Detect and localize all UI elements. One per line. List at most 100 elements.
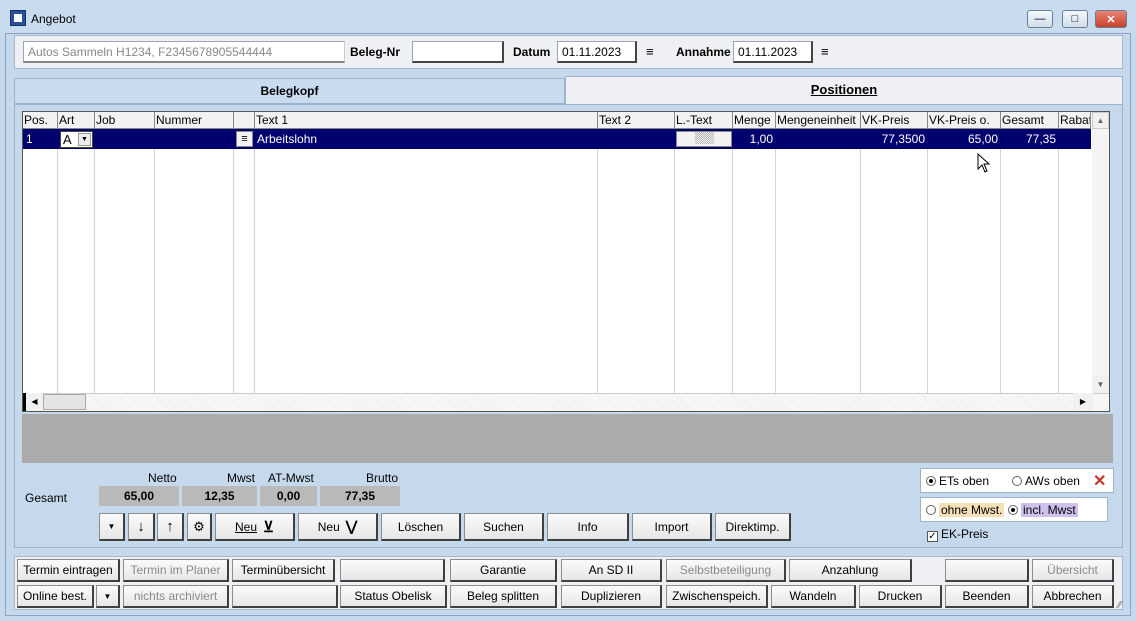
arrow-up-icon: ↑	[166, 518, 174, 535]
col-art[interactable]: Art	[58, 112, 95, 129]
online-best-button[interactable]: Online best.	[17, 585, 94, 608]
nichts-archiviert-button[interactable]: nichts archiviert	[123, 585, 229, 608]
mwst-label: Mwst	[227, 471, 255, 485]
cell-menge: 1,00	[749, 132, 773, 146]
an-sd-ii-button[interactable]: An SD II	[561, 559, 662, 582]
move-down-button[interactable]: ↓	[128, 513, 155, 541]
close-button[interactable]: ✕	[1095, 10, 1127, 28]
annahme-picker-icon[interactable]: ≡	[821, 44, 829, 59]
aws-oben-radio[interactable]: AWs oben	[1012, 474, 1080, 488]
grid-line	[154, 129, 155, 393]
drucken-button[interactable]: Drucken	[859, 585, 942, 608]
datum-field[interactable]: 01.11.2023	[557, 41, 637, 63]
col-text2[interactable]: Text 2	[598, 112, 675, 129]
radio-on-icon	[1008, 505, 1018, 515]
hscroll-thumb[interactable]	[43, 394, 86, 410]
close-icon[interactable]: ✕	[1093, 471, 1106, 491]
chevron-down-icon[interactable]: ▼	[78, 133, 91, 146]
ek-preis-checkbox[interactable]: ✓ EK-Preis	[927, 527, 988, 542]
tab-belegkopf[interactable]: Belegkopf	[14, 78, 565, 104]
incl-mwst-radio[interactable]: incl. Mwst	[1008, 503, 1078, 517]
garantie-button[interactable]: Garantie	[450, 559, 557, 582]
col-vk-preis[interactable]: VK-Preis	[861, 112, 928, 129]
import-button[interactable]: Import	[632, 513, 712, 541]
check-icon: ✓	[927, 531, 938, 542]
status-obelisk-button[interactable]: Status Obelisk	[340, 585, 447, 608]
cell-job	[95, 129, 153, 149]
neu-between-button[interactable]: Neu ⋁	[298, 513, 378, 541]
col-empty[interactable]	[234, 112, 255, 129]
neu-below-button[interactable]: Neu ⊻	[215, 513, 295, 541]
hscroll-right[interactable]: ▶	[1073, 393, 1093, 411]
blank-button-1[interactable]	[340, 559, 445, 582]
anzahlung-button[interactable]: Anzahlung	[789, 559, 912, 582]
col-nummer[interactable]: Nummer	[155, 112, 234, 129]
minimize-button[interactable]: —	[1027, 10, 1053, 28]
cell-pos: 1	[26, 132, 33, 146]
terminuebersicht-button[interactable]: Terminübersicht	[232, 559, 335, 582]
incl-mwst-label: incl. Mwst	[1021, 503, 1078, 517]
termin-planer-button[interactable]: Termin im Planer	[123, 559, 229, 582]
termin-eintragen-button[interactable]: Termin eintragen	[17, 559, 120, 582]
cell-einheit	[776, 129, 860, 149]
zwischenspeich-button[interactable]: Zwischenspeich.	[666, 585, 768, 608]
tab-positionen[interactable]: Positionen	[565, 76, 1123, 104]
positions-table[interactable]: Pos. Art Job Nummer Text 1 Text 2 L.-Tex…	[22, 111, 1110, 412]
datum-picker-icon[interactable]: ≡	[646, 44, 654, 59]
col-mengeneinheit[interactable]: Mengeneinheit	[776, 112, 861, 129]
uebersicht-button[interactable]: Übersicht	[1032, 559, 1114, 582]
arrow-down-icon: ↓	[137, 518, 145, 535]
settings-button[interactable]: ⚙	[187, 513, 212, 541]
vscroll-down[interactable]: ▼	[1092, 376, 1109, 393]
resize-grip-icon[interactable]: ∕∕	[1118, 600, 1121, 611]
art-dropdown[interactable]: A ▼	[60, 131, 93, 148]
maximize-button[interactable]: □	[1062, 10, 1088, 28]
vscroll-track[interactable]	[1092, 129, 1109, 393]
abbrechen-button[interactable]: Abbrechen	[1032, 585, 1114, 608]
neu-between-label: Neu	[317, 519, 340, 534]
blank-button-3[interactable]	[232, 585, 338, 608]
gesamt-label: Gesamt	[25, 491, 68, 505]
ohne-mwst-radio[interactable]: ohne Mwst.	[926, 503, 1005, 517]
neu-below-label: Neu	[235, 519, 258, 534]
col-job[interactable]: Job	[95, 112, 155, 129]
hscroll-bar[interactable]	[23, 393, 1109, 411]
title-bar: Angebot — □ ✕	[0, 0, 1136, 33]
vscroll-up[interactable]: ▲	[1092, 112, 1109, 129]
col-menge[interactable]: Menge	[733, 112, 776, 129]
annahme-field[interactable]: 01.11.2023	[733, 41, 813, 63]
window-title: Angebot	[31, 12, 76, 26]
blank-button-2[interactable]	[945, 559, 1029, 582]
cell-text1: Arbeitslohn	[257, 132, 318, 146]
customer-field[interactable]: Autos Sammeln H1234, F2345678905544444	[23, 41, 345, 63]
col-ltext[interactable]: L.-Text	[675, 112, 733, 129]
col-rabatt[interactable]: Rabatt	[1059, 112, 1091, 129]
beleg-nr-field[interactable]	[412, 41, 504, 63]
wandeln-button[interactable]: Wandeln	[771, 585, 856, 608]
ltext-button[interactable]: ░░░	[676, 131, 732, 147]
selbstbeteiligung-button[interactable]: Selbstbeteiligung	[666, 559, 786, 582]
col-gesamt[interactable]: Gesamt	[1001, 112, 1059, 129]
beenden-button[interactable]: Beenden	[945, 585, 1029, 608]
dropdown-button[interactable]: ▼	[99, 513, 125, 541]
tab-belegkopf-label: Belegkopf	[260, 84, 319, 98]
list-icon[interactable]: ≡	[236, 131, 253, 147]
info-button[interactable]: Info	[547, 513, 629, 541]
direktimp-button[interactable]: Direktimp.	[715, 513, 791, 541]
suchen-button[interactable]: Suchen	[464, 513, 544, 541]
col-vk-preis-o[interactable]: VK-Preis o.	[928, 112, 1001, 129]
netto-value: 65,00	[99, 486, 179, 506]
chevron-down-icon: ▼	[107, 522, 116, 531]
loeschen-button[interactable]: Löschen	[381, 513, 461, 541]
beleg-splitten-button[interactable]: Beleg splitten	[450, 585, 557, 608]
move-up-button[interactable]: ↑	[157, 513, 184, 541]
col-text1[interactable]: Text 1	[255, 112, 598, 129]
datum-label: Datum	[513, 45, 551, 59]
ets-oben-radio[interactable]: ETs oben	[926, 474, 989, 488]
grid-line	[254, 129, 255, 393]
hscroll-left[interactable]: ◀	[23, 393, 43, 411]
online-best-dropdown[interactable]: ▼	[96, 585, 120, 608]
col-pos[interactable]: Pos.	[23, 112, 58, 129]
atmwst-value: 0,00	[260, 486, 317, 506]
duplizieren-button[interactable]: Duplizieren	[561, 585, 662, 608]
